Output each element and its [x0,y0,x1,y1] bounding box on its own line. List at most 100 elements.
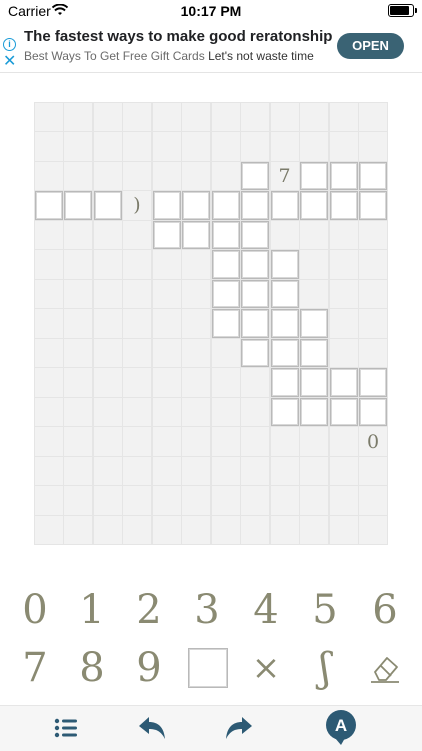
puzzle-cell[interactable] [182,250,210,279]
puzzle-cell[interactable] [211,368,240,397]
puzzle-box-cell[interactable] [34,191,63,220]
puzzle-box-cell[interactable] [64,191,92,220]
puzzle-box-cell[interactable] [329,368,358,397]
puzzle-box-cell[interactable] [182,220,210,250]
puzzle-cell[interactable] [64,338,92,368]
puzzle-cell[interactable] [211,427,240,456]
puzzle-box-cell[interactable] [300,161,328,191]
puzzle-cell[interactable] [359,250,387,279]
puzzle-cell[interactable] [329,515,358,545]
puzzle-cell[interactable] [300,456,328,486]
puzzle-box-cell[interactable] [211,191,240,220]
undo-icon[interactable] [135,712,169,744]
puzzle-cell[interactable] [34,397,63,427]
puzzle-cell[interactable] [64,250,92,279]
puzzle-box-cell[interactable] [300,368,328,397]
puzzle-cell[interactable] [152,397,181,427]
puzzle-cell[interactable] [123,102,151,131]
key-9[interactable]: 9 [126,645,172,691]
puzzle-cell[interactable] [359,515,387,545]
puzzle-cell[interactable] [93,338,122,368]
puzzle-cell[interactable] [64,397,92,427]
puzzle-box-cell[interactable] [329,191,358,220]
puzzle-cell[interactable] [329,102,358,131]
puzzle-box-cell[interactable] [182,191,210,220]
puzzle-box-cell[interactable] [152,220,181,250]
puzzle-cell[interactable] [64,427,92,456]
puzzle-cell[interactable] [34,515,63,545]
puzzle-cell[interactable] [241,368,269,397]
puzzle-cell[interactable] [241,515,269,545]
ad-info-icon[interactable]: i [3,38,16,51]
key-6[interactable]: 6 [362,587,408,633]
puzzle-cell[interactable] [241,427,269,456]
puzzle-cell[interactable] [329,338,358,368]
key-2[interactable]: 2 [126,587,172,633]
puzzle-cell[interactable] [300,220,328,250]
puzzle-cell[interactable] [123,486,151,515]
puzzle-cell[interactable] [64,456,92,486]
puzzle-cell[interactable] [93,427,122,456]
puzzle-cell[interactable] [152,250,181,279]
puzzle-cell[interactable] [300,132,328,161]
puzzle-cell[interactable] [211,486,240,515]
puzzle-box-cell[interactable] [359,191,387,220]
key-multiply[interactable]: × [243,645,289,691]
puzzle-cell[interactable] [34,161,63,191]
puzzle-cell[interactable] [270,456,299,486]
puzzle-symbol-cell[interactable]: 7 [270,161,299,191]
key-4[interactable]: 4 [243,587,289,633]
puzzle-cell[interactable] [211,338,240,368]
ad-close-icon[interactable]: ✕ [3,54,16,70]
key-7[interactable]: 7 [12,645,58,691]
puzzle-cell[interactable] [329,220,358,250]
puzzle-cell[interactable] [93,132,122,161]
key-empty-box[interactable] [188,648,228,688]
key-8[interactable]: 8 [69,645,115,691]
puzzle-box-cell[interactable] [300,338,328,368]
puzzle-grid[interactable]: 7) 0 [34,102,388,545]
puzzle-cell[interactable] [123,338,151,368]
puzzle-cell[interactable] [123,515,151,545]
puzzle-cell[interactable] [93,368,122,397]
puzzle-box-cell[interactable] [270,279,299,309]
puzzle-box-cell[interactable] [241,250,269,279]
puzzle-cell[interactable] [93,279,122,309]
puzzle-cell[interactable] [152,279,181,309]
puzzle-cell[interactable] [211,456,240,486]
puzzle-cell[interactable] [182,456,210,486]
redo-icon[interactable] [222,712,256,744]
puzzle-cell[interactable] [123,132,151,161]
puzzle-cell[interactable] [123,368,151,397]
puzzle-box-cell[interactable] [359,397,387,427]
puzzle-cell[interactable] [34,132,63,161]
puzzle-box-cell[interactable] [270,368,299,397]
list-menu-icon[interactable] [50,712,84,744]
puzzle-cell[interactable] [152,427,181,456]
puzzle-cell[interactable] [93,456,122,486]
puzzle-cell[interactable] [123,220,151,250]
puzzle-box-cell[interactable] [270,338,299,368]
puzzle-cell[interactable] [64,220,92,250]
puzzle-cell[interactable] [182,338,210,368]
puzzle-cell[interactable] [64,279,92,309]
puzzle-cell[interactable] [34,486,63,515]
puzzle-cell[interactable] [123,279,151,309]
puzzle-box-cell[interactable] [300,191,328,220]
puzzle-cell[interactable] [300,515,328,545]
puzzle-box-cell[interactable] [270,250,299,279]
puzzle-cell[interactable] [123,427,151,456]
puzzle-cell[interactable] [182,397,210,427]
key-0[interactable]: 0 [12,587,58,633]
puzzle-cell[interactable] [152,368,181,397]
puzzle-cell[interactable] [241,102,269,131]
key-1[interactable]: 1 [69,587,115,633]
puzzle-cell[interactable] [359,486,387,515]
ad-banner[interactable]: i ✕ The fastest ways to make good rerato… [0,26,422,73]
puzzle-cell[interactable] [182,309,210,338]
puzzle-cell[interactable] [123,397,151,427]
puzzle-cell[interactable] [123,456,151,486]
puzzle-box-cell[interactable] [270,309,299,338]
puzzle-cell[interactable] [93,220,122,250]
puzzle-box-cell[interactable] [152,191,181,220]
